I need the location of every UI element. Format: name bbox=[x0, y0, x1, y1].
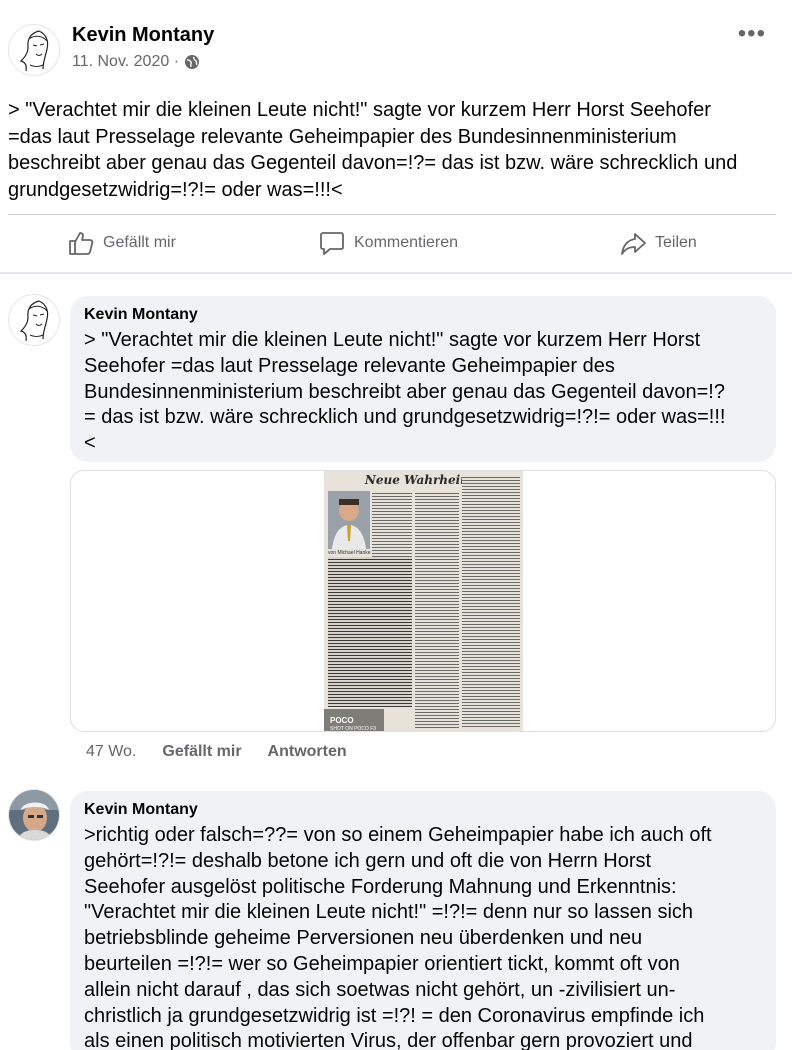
comment-text-line: allein nicht darauf , das sich soetwas n… bbox=[84, 978, 676, 1001]
comment-text-line: < bbox=[84, 432, 96, 455]
sketch-face-icon bbox=[19, 30, 49, 72]
newspaper-clipping-image: Neue Wahrheiten von Michael Hanke POCO S… bbox=[324, 471, 523, 732]
comment-actions: 47 Wo. Gefällt mir Antworten bbox=[86, 743, 347, 761]
comment-avatar[interactable] bbox=[8, 294, 60, 346]
comment-bubble-icon bbox=[320, 232, 344, 255]
globe-icon bbox=[184, 54, 200, 70]
share-arrow-icon bbox=[621, 233, 646, 255]
comment-text-line: > "Verachtet mir die kleinen Leute nicht… bbox=[84, 329, 701, 351]
newspaper-text-column bbox=[328, 557, 412, 707]
comment-author[interactable]: Kevin Montany bbox=[84, 306, 762, 324]
newspaper-caption: von Michael Hanke bbox=[328, 550, 371, 556]
thumbs-up-icon bbox=[69, 232, 94, 255]
avatar[interactable] bbox=[8, 24, 60, 76]
profile-photo-icon bbox=[9, 790, 59, 840]
comment-reply-link[interactable]: Antworten bbox=[268, 743, 347, 761]
more-options-button[interactable]: ••• bbox=[738, 20, 766, 48]
comment-like-link[interactable]: Gefällt mir bbox=[162, 743, 241, 761]
comment-bubble: Kevin Montany > "Verachtet mir die klein… bbox=[70, 296, 776, 462]
watermark-subtext: SHOT ON POCO F3 bbox=[330, 726, 377, 732]
comment-bubble: Kevin Montany >richtig oder falsch=??= v… bbox=[70, 791, 776, 1050]
post-action-bar: Gefällt mir Kommentieren Teilen bbox=[0, 220, 792, 270]
comment-text-line: = das ist bzw. wäre schrecklich und grun… bbox=[84, 406, 726, 429]
watermark-logo: POCO bbox=[330, 716, 354, 725]
post-text-line: =das laut Presselage relevante Geheimpap… bbox=[8, 125, 677, 148]
comment-timestamp[interactable]: 47 Wo. bbox=[86, 743, 136, 761]
comment-text-line: >richtig oder falsch=??= von so einem Ge… bbox=[84, 824, 712, 846]
comment-label: Kommentieren bbox=[354, 234, 459, 251]
sketch-face-icon bbox=[19, 300, 49, 342]
post-text-line: > "Verachtet mir die kleinen Leute nicht… bbox=[8, 99, 711, 121]
newspaper-text-column bbox=[415, 491, 459, 729]
newspaper-photo bbox=[328, 491, 370, 549]
post-text: > "Verachtet mir die kleinen Leute nicht… bbox=[8, 97, 778, 203]
comment-author[interactable]: Kevin Montany bbox=[84, 801, 762, 819]
comment-text-line: Seehofer =das laut Presselage relevante … bbox=[84, 354, 615, 377]
section-separator bbox=[0, 272, 792, 274]
comment-text: >richtig oder falsch=??= von so einem Ge… bbox=[84, 823, 762, 1050]
comment-text-line: gehört=!?!= deshalb betone ich gern und … bbox=[84, 849, 652, 872]
share-label: Teilen bbox=[655, 234, 697, 251]
newspaper-text-column bbox=[372, 491, 412, 557]
share-button[interactable]: Teilen bbox=[620, 230, 697, 256]
post-header: Kevin Montany 11. Nov. 2020 · ••• bbox=[0, 0, 792, 90]
post-date[interactable]: 11. Nov. 2020 · bbox=[72, 53, 179, 71]
post-meta: 11. Nov. 2020 · bbox=[72, 53, 200, 71]
comment-image-attachment[interactable]: Neue Wahrheiten von Michael Hanke POCO S… bbox=[70, 470, 776, 732]
comment-text-line: beurteilen =!?!= wer so Geheimpapier ori… bbox=[84, 952, 680, 975]
comment-text-line: Seehofer ausgelöst politische Forderung … bbox=[84, 875, 677, 898]
comment-text-line: Bundesinnenministerium beschreibt aber g… bbox=[84, 380, 725, 403]
like-button[interactable]: Gefällt mir bbox=[68, 230, 176, 256]
comment-text-line: christlich ja grundgesetzwidrig ist =!?!… bbox=[84, 1004, 705, 1027]
post-author[interactable]: Kevin Montany bbox=[72, 24, 214, 47]
comment-text-line: betriebsblinde geheime Perversionen neu … bbox=[84, 927, 643, 950]
post-text-line: beschreibt aber genau das Gegenteil davo… bbox=[8, 152, 738, 174]
comment-text-line: "Verachtet mir die kleinen Leute nicht!"… bbox=[84, 901, 694, 924]
like-label: Gefällt mir bbox=[103, 234, 176, 251]
comment-text-line: als einen politisch motivierten Virus, d… bbox=[84, 1030, 693, 1050]
post-text-line: grundgesetzwidrig=!?!= oder was=!!!< bbox=[8, 178, 343, 201]
comment-avatar-photo[interactable] bbox=[8, 789, 60, 841]
comment-button[interactable]: Kommentieren bbox=[319, 230, 458, 256]
newspaper-text-column bbox=[462, 475, 520, 729]
comment-text: > "Verachtet mir die kleinen Leute nicht… bbox=[84, 328, 762, 457]
divider bbox=[8, 214, 776, 215]
